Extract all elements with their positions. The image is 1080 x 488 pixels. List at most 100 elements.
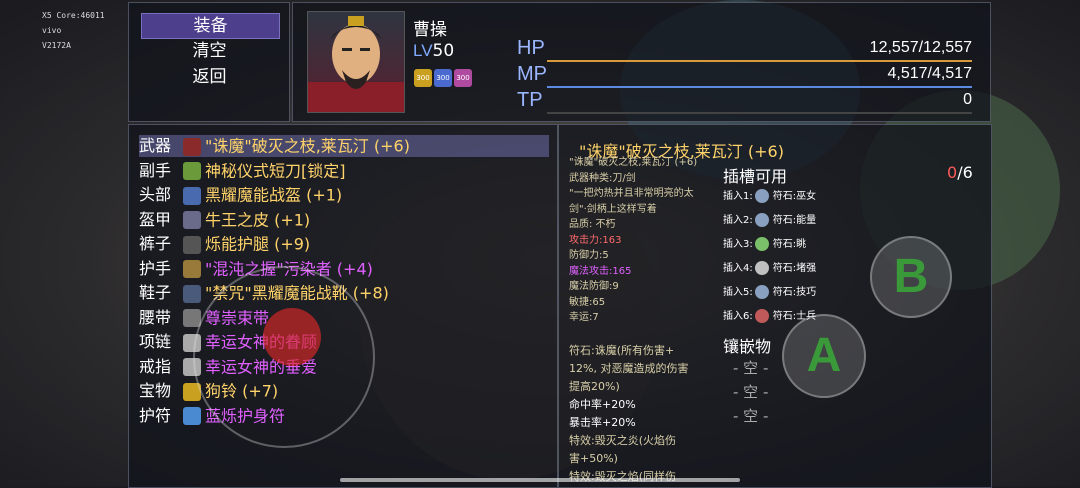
socket-heading: 插槽可用 xyxy=(723,167,788,186)
command-menu: 装备 清空 返回 xyxy=(128,2,290,122)
buff-badge: 300 xyxy=(434,69,452,87)
socket-slot[interactable]: 插入1: 符石:巫女 xyxy=(723,187,816,207)
detail-special-line: 提高20%) xyxy=(569,380,620,393)
slot-label: 副手 xyxy=(139,160,172,180)
inlay-slot[interactable]: - 空 - xyxy=(733,381,768,402)
amulet-icon xyxy=(183,407,201,425)
debug-core: X5 Core:46011 xyxy=(42,11,105,20)
detail-line: "诛魔"破灭之枝,莱瓦汀 (+6) xyxy=(569,157,698,168)
helmet-icon xyxy=(183,186,201,205)
equipment-row[interactable]: 盔甲 牛王之皮 (+1) xyxy=(139,209,549,231)
detail-line: 攻击力:163 xyxy=(569,234,622,246)
detail-line: 品质: 不朽 xyxy=(569,219,616,230)
character-name: 曹操 xyxy=(413,20,447,40)
detail-special-line: 命中率+20% xyxy=(569,398,636,411)
slot-label: 武器 xyxy=(139,136,172,155)
debug-model: V2172A xyxy=(42,41,71,50)
rune-stone-icon xyxy=(754,261,769,275)
dagger-icon xyxy=(183,162,201,180)
item-name: 烁能护腿 (+9) xyxy=(205,234,311,254)
socket-used: 0 xyxy=(947,163,958,182)
mp-label: MP xyxy=(517,63,547,85)
inlay-slot[interactable]: - 空 - xyxy=(733,405,768,426)
detail-line: 魔法攻击:165 xyxy=(569,265,632,277)
socket-label: 插入5: xyxy=(723,287,753,298)
tp-bar xyxy=(547,112,972,114)
slot-label: 护符 xyxy=(139,405,172,425)
slot-label: 腰带 xyxy=(139,307,172,327)
rune-stone-icon xyxy=(754,213,769,227)
slot-label: 头部 xyxy=(139,185,172,204)
socket-slot[interactable]: 插入5: 符石:技巧 xyxy=(723,283,816,303)
armor-icon xyxy=(183,211,201,229)
socket-gem-name: 符石:巫女 xyxy=(772,191,817,202)
greaves-icon xyxy=(183,235,201,254)
level-value: 50 xyxy=(432,41,455,61)
inlay-heading: 镶嵌物 xyxy=(723,337,772,356)
socket-gem-name: 符石:能量 xyxy=(772,215,817,226)
hp-bar xyxy=(547,60,972,62)
detail-special-line: 特效:毁灭之炎(火焰伤 xyxy=(569,434,676,447)
inlay-slot[interactable]: - 空 - xyxy=(733,357,768,378)
equipment-row[interactable]: 武器 "诛魔"破灭之枝,莱瓦汀 (+6) xyxy=(139,135,549,157)
detail-line: 防御力:5 xyxy=(569,250,609,261)
boots-icon xyxy=(183,284,201,303)
mp-bar xyxy=(547,86,972,88)
slot-label: 盔甲 xyxy=(139,209,172,229)
sword-icon xyxy=(183,137,201,156)
socket-slot[interactable]: 插入4: 符石:堵强 xyxy=(723,259,816,279)
mp-value: 4,517/4,517 xyxy=(887,65,972,82)
item-name: "诛魔"破灭之枝,莱瓦汀 (+6) xyxy=(205,136,410,156)
home-indicator[interactable] xyxy=(340,478,740,482)
equipment-row[interactable]: 副手 神秘仪式短刀[锁定] xyxy=(139,160,549,182)
detail-special-line: 暴击率+20% xyxy=(569,416,636,429)
detail-special-line: 12%, 对恶魔造成的伤害 xyxy=(569,362,689,375)
socket-slot[interactable]: 插入2: 符石:能量 xyxy=(723,211,816,231)
menu-clear[interactable]: 清空 xyxy=(141,39,278,63)
b-button[interactable]: B xyxy=(870,236,952,318)
detail-special-line: 害+50%) xyxy=(569,452,618,465)
menu-back[interactable]: 返回 xyxy=(141,65,278,89)
slot-label: 裤子 xyxy=(139,234,172,253)
socket-label: 插入2: xyxy=(723,215,753,226)
debug-vendor: vivo xyxy=(42,26,62,35)
socket-gem-name: 符石:堵强 xyxy=(772,263,817,274)
rune-stone-icon xyxy=(754,309,769,323)
slot-label: 戒指 xyxy=(139,356,172,376)
tp-label: TP xyxy=(517,89,543,111)
equipment-row[interactable]: 头部 黑耀魔能战盔 (+1) xyxy=(139,184,549,206)
detail-line: 魔法防御:9 xyxy=(569,281,619,292)
tp-value: 0 xyxy=(963,91,972,108)
slot-label: 宝物 xyxy=(139,381,172,400)
detail-line: 武器种类:刀/剑 xyxy=(569,172,636,184)
socket-label: 插入3: xyxy=(723,239,753,250)
detail-special-line: 符石:诛魔(所有伤害+ xyxy=(569,344,675,357)
debug-overlay: X5 Core:46011 vivo V2172A xyxy=(42,8,105,53)
hp-value: 12,557/12,557 xyxy=(869,39,972,56)
socket-label: 插入1: xyxy=(723,191,753,202)
hp-label: HP xyxy=(517,37,545,59)
socket-count: 0/6 xyxy=(947,163,973,182)
item-name: 黑耀魔能战盔 (+1) xyxy=(205,185,343,205)
buff-badge: 300 xyxy=(454,69,472,87)
menu-equip[interactable]: 装备 xyxy=(141,13,280,39)
detail-line: 敏捷:65 xyxy=(569,296,606,308)
character-profile: 曹操 LV50 300 300 300 HP 12,557/12,557 MP 4,… xyxy=(292,2,991,122)
socket-slot[interactable]: 插入3: 符石:眺 xyxy=(723,235,806,255)
socket-gem-name: 符石:技巧 xyxy=(772,287,817,298)
joystick-knob[interactable] xyxy=(263,308,321,366)
item-name: 神秘仪式短刀[锁定] xyxy=(205,161,346,180)
a-button[interactable]: A xyxy=(782,314,866,398)
slot-label: 护手 xyxy=(139,258,172,278)
level-prefix: LV xyxy=(413,41,433,60)
rune-stone-icon xyxy=(754,237,769,251)
buff-badges: 300 300 300 xyxy=(414,65,474,87)
socket-gem-name: 符石:眺 xyxy=(772,239,807,250)
character-portrait xyxy=(307,11,405,113)
buff-badge: 300 xyxy=(414,69,432,87)
item-name: 牛王之皮 (+1) xyxy=(205,210,311,229)
detail-line: "一把灼热并且非常明亮的太 xyxy=(569,188,694,199)
rune-stone-icon xyxy=(754,189,769,203)
equipment-row[interactable]: 护手 "混沌之握"污染者 (+4) xyxy=(139,258,549,280)
equipment-row[interactable]: 裤子 烁能护腿 (+9) xyxy=(139,233,549,255)
